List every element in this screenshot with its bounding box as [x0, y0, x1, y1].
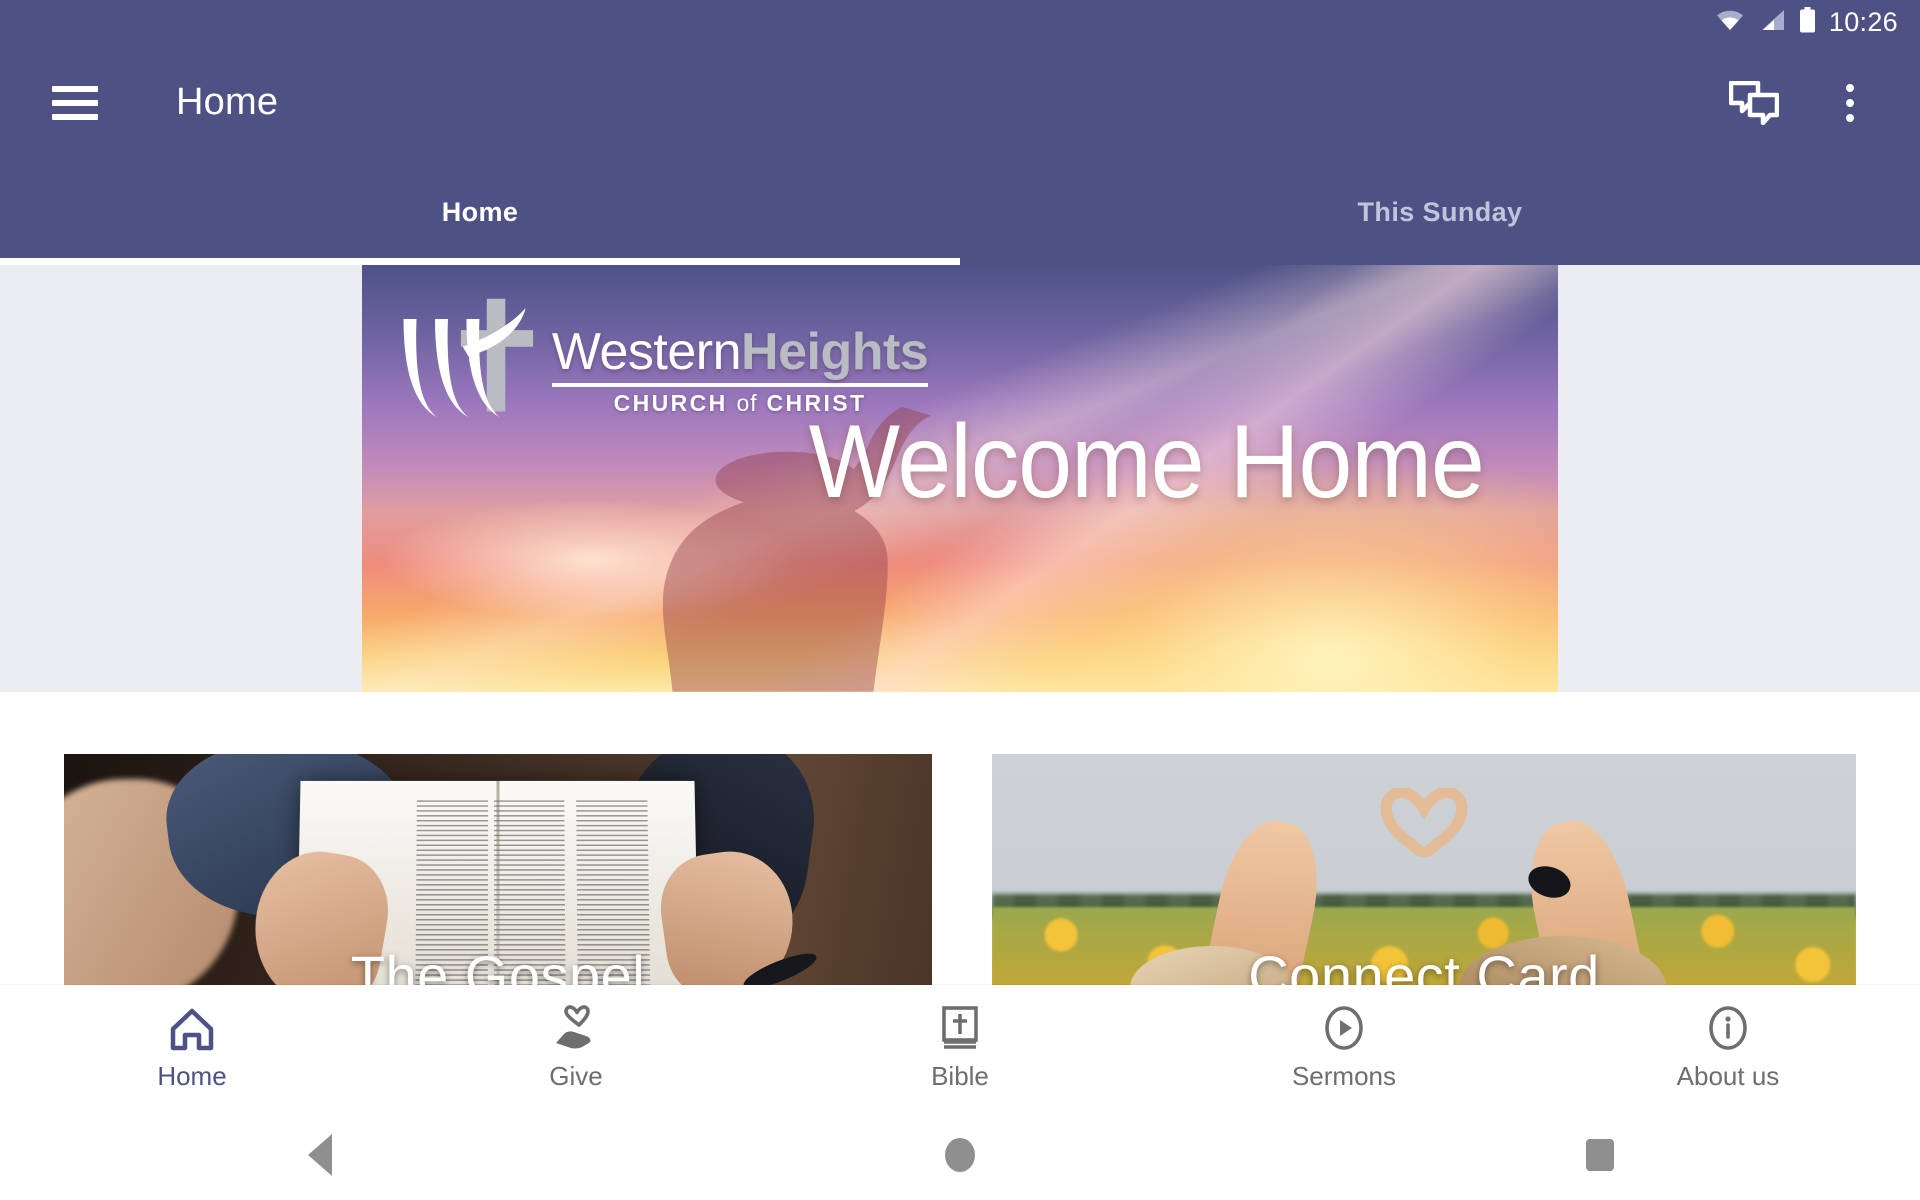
- tab-home[interactable]: Home: [0, 160, 960, 265]
- card-connect[interactable]: Connect Card: [992, 754, 1856, 1000]
- cellular-signal-icon: [1758, 9, 1786, 36]
- bottom-nav-bible[interactable]: Bible: [768, 1003, 1152, 1092]
- play-circle-icon: [1321, 1003, 1367, 1051]
- logo-name-part1: Western: [551, 322, 742, 381]
- app-bar: Home: [0, 45, 1920, 160]
- bottom-nav-about-us[interactable]: About us: [1536, 1003, 1920, 1092]
- hero-banner[interactable]: WesternHeights CHURCH of CHRIST Welcome …: [362, 265, 1558, 692]
- home-icon: [169, 1003, 215, 1051]
- tab-this-sunday-label: This Sunday: [1357, 197, 1523, 227]
- logo-subtitle-of: of: [736, 389, 758, 416]
- bottom-nav-about-label: About us: [1676, 1061, 1780, 1091]
- app-root: 10:26 Home Home This Sunday WesternHeigh…: [0, 0, 1920, 1200]
- heart-hands-shape: [1342, 787, 1506, 861]
- circle-home-icon: [945, 1138, 975, 1172]
- logo-name-part2: Heights: [741, 322, 929, 381]
- recents-button[interactable]: [1545, 1120, 1655, 1190]
- square-recents-icon: [1586, 1139, 1614, 1171]
- logo-subtitle-before: CHURCH: [613, 389, 728, 416]
- back-button[interactable]: [265, 1120, 375, 1190]
- tab-home-label: Home: [441, 197, 519, 227]
- bottom-nav-give[interactable]: Give: [384, 1003, 768, 1092]
- bottom-nav-bible-label: Bible: [931, 1061, 989, 1091]
- bottom-nav-give-label: Give: [549, 1061, 603, 1091]
- hand-holding-heart-icon: [552, 1003, 600, 1051]
- bottom-nav-sermons[interactable]: Sermons: [1152, 1003, 1536, 1092]
- bottom-navigation: Home Give Bible Sermons About us: [0, 985, 1920, 1110]
- tab-this-sunday[interactable]: This Sunday: [960, 160, 1920, 265]
- app-bar-actions: [1726, 75, 1920, 131]
- hero-section: WesternHeights CHURCH of CHRIST Welcome …: [0, 265, 1920, 692]
- bottom-nav-home-label: Home: [157, 1061, 227, 1091]
- battery-icon: [1799, 7, 1816, 38]
- hamburger-menu-icon[interactable]: [52, 85, 98, 120]
- chat-icon[interactable]: [1726, 75, 1782, 131]
- bottom-nav-home[interactable]: Home: [0, 1003, 384, 1092]
- status-bar-clock: 10:26: [1828, 7, 1898, 37]
- home-button[interactable]: [905, 1120, 1015, 1190]
- wifi-icon: [1715, 9, 1745, 36]
- info-circle-icon: [1705, 1003, 1751, 1051]
- page-title: Home: [176, 81, 279, 123]
- card-list: The Gospel Connect Card: [0, 692, 1920, 1000]
- overflow-menu-icon[interactable]: [1822, 75, 1878, 131]
- hero-headline: Welcome Home: [808, 404, 1485, 521]
- status-bar: 10:26: [0, 0, 1920, 45]
- logo-wordmark: WesternHeights: [551, 322, 929, 381]
- bible-book-icon: [939, 1003, 981, 1051]
- bottom-nav-sermons-label: Sermons: [1291, 1061, 1397, 1091]
- logo-mark-icon: [398, 295, 546, 423]
- logo-divider: [551, 382, 929, 387]
- card-gospel[interactable]: The Gospel: [64, 754, 932, 1000]
- tab-bar: Home This Sunday: [0, 160, 1920, 265]
- android-system-navigation: [0, 1110, 1920, 1200]
- triangle-back-icon: [308, 1134, 332, 1176]
